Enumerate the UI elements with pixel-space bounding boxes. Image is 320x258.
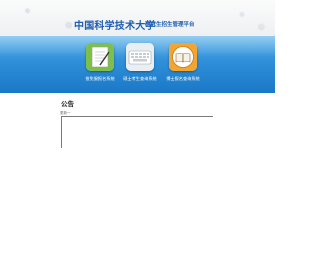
keyboard-icon <box>126 43 154 71</box>
notebook-pen-icon <box>86 43 114 71</box>
doctoral-registration-query-link[interactable]: 博士报名查询系统 <box>162 43 202 87</box>
open-book-icon <box>169 43 197 71</box>
system-label: 博士报名查询系统 <box>166 76 200 81</box>
notice-content-box[interactable] <box>61 116 213 148</box>
notice-title: 公告 <box>61 100 74 108</box>
site-subtitle: 研究生招生管理平台 <box>145 22 195 28</box>
site-title: 中国科学技术大学 <box>74 21 156 32</box>
site-header: 中国科学技术大学 研究生招生管理平台 <box>0 0 275 36</box>
master-applicant-query-link[interactable]: 硕士考生查询系统 <box>119 43 159 87</box>
